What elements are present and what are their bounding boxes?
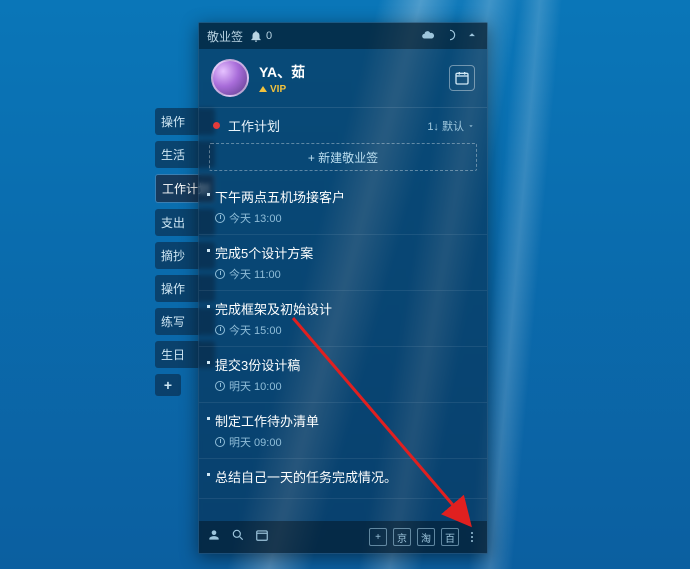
- username: YA、茹: [259, 62, 305, 82]
- item-title: 总结自己一天的任务完成情况。: [215, 467, 475, 486]
- items-list: 下午两点五机场接客户 今天 13:00 完成5个设计方案 今天 11:00 完成…: [199, 179, 487, 521]
- contacts-icon[interactable]: [207, 528, 221, 547]
- chevron-up-icon[interactable]: [465, 28, 479, 45]
- category-dot-icon: [213, 122, 220, 129]
- titlebar: 敬业签 0: [199, 23, 487, 49]
- sidetab-label: 支出: [161, 216, 185, 230]
- list-item[interactable]: 制定工作待办清单 明天 09:00: [199, 403, 487, 459]
- item-title: 完成框架及初始设计: [215, 299, 475, 318]
- item-time: 今天 13:00: [215, 210, 475, 226]
- bottombar: + 京 淘 百: [199, 521, 487, 553]
- list-item[interactable]: 总结自己一天的任务完成情况。: [199, 459, 487, 499]
- sort-label: 1↓ 默认: [427, 118, 464, 134]
- sidetab-label: 生日: [161, 348, 185, 362]
- calendar-button[interactable]: [449, 65, 475, 91]
- clock-icon: [215, 381, 225, 391]
- bottombar-left: [207, 528, 269, 547]
- jd-shortcut[interactable]: 京: [393, 528, 411, 546]
- bottombar-right: + 京 淘 百: [369, 528, 479, 546]
- sidetab-label: 练写: [161, 315, 185, 329]
- item-title: 下午两点五机场接客户: [215, 187, 475, 206]
- lock-icon[interactable]: [443, 28, 457, 45]
- calendar-icon: [454, 70, 470, 86]
- sidetab-label: 摘抄: [161, 249, 185, 263]
- sidetab-add[interactable]: +: [155, 374, 181, 396]
- list-item[interactable]: 提交3份设计稿 明天 10:00: [199, 347, 487, 403]
- taobao-shortcut[interactable]: 淘: [417, 528, 435, 546]
- list-item[interactable]: 下午两点五机场接客户 今天 13:00: [199, 179, 487, 235]
- bell-count: 0: [266, 30, 272, 42]
- item-time: 今天 11:00: [215, 266, 475, 282]
- app-panel: 敬业签 0 YA、茹 VIP: [198, 22, 488, 554]
- vip-label: VIP: [270, 84, 286, 95]
- clock-icon: [215, 213, 225, 223]
- avatar[interactable]: [211, 59, 249, 97]
- list-item[interactable]: 完成框架及初始设计 今天 15:00: [199, 291, 487, 347]
- new-note-label: + 新建敬业签: [308, 149, 378, 166]
- list-item[interactable]: 完成5个设计方案 今天 11:00: [199, 235, 487, 291]
- notification-bell[interactable]: 0: [249, 29, 272, 43]
- calendar-small-icon[interactable]: [255, 528, 269, 547]
- profile-info: YA、茹 VIP: [259, 62, 305, 95]
- new-note-button[interactable]: + 新建敬业签: [209, 143, 477, 171]
- vip-badge: VIP: [259, 84, 305, 95]
- titlebar-left: 敬业签 0: [207, 28, 272, 45]
- profile-row: YA、茹 VIP: [199, 49, 487, 108]
- clock-icon: [215, 325, 225, 335]
- item-time: 明天 10:00: [215, 378, 475, 394]
- sidetab-label: 操作: [161, 115, 185, 129]
- item-time: 今天 15:00: [215, 322, 475, 338]
- item-title: 完成5个设计方案: [215, 243, 475, 262]
- chevron-down-icon: [467, 122, 475, 130]
- cloud-sync-icon[interactable]: [421, 28, 435, 45]
- baidu-shortcut[interactable]: 百: [441, 528, 459, 546]
- search-icon[interactable]: [231, 528, 245, 547]
- list-header: 工作计划 1↓ 默认: [199, 108, 487, 141]
- add-button[interactable]: +: [369, 528, 387, 546]
- more-menu-icon[interactable]: [465, 532, 479, 542]
- bell-icon: [249, 29, 263, 43]
- item-title: 制定工作待办清单: [215, 411, 475, 430]
- vip-diamond-icon: [259, 82, 267, 92]
- item-time: 明天 09:00: [215, 434, 475, 450]
- sort-selector[interactable]: 1↓ 默认: [427, 118, 475, 134]
- app-title: 敬业签: [207, 28, 243, 45]
- list-title: 工作计划: [228, 116, 280, 135]
- clock-icon: [215, 269, 225, 279]
- sidetab-label: 生活: [161, 148, 185, 162]
- sidetab-label: 操作: [161, 282, 185, 296]
- clock-icon: [215, 437, 225, 447]
- sidetab-add-label: +: [164, 377, 172, 393]
- item-title: 提交3份设计稿: [215, 355, 475, 374]
